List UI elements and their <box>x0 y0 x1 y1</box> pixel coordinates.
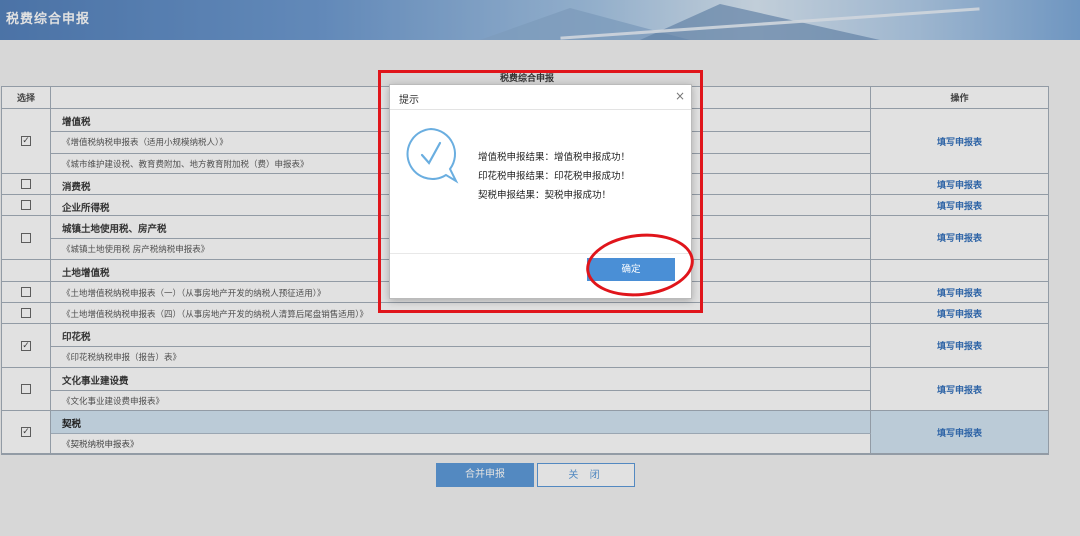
row-divider <box>51 433 871 434</box>
tax-category-title: 契税 <box>62 419 82 430</box>
form-name: 《契税纳税申报表》 <box>62 440 139 450</box>
